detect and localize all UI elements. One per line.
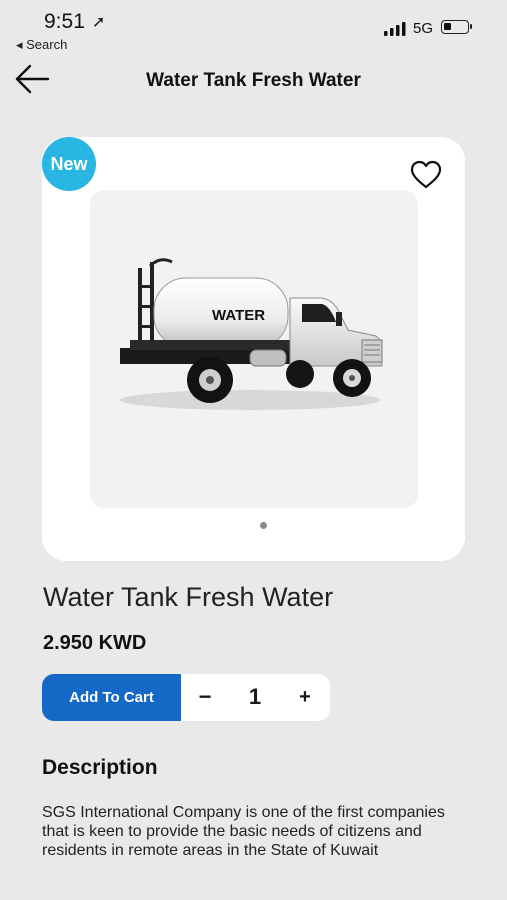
new-badge: New [42,137,96,191]
carousel-page-indicator[interactable] [260,522,267,529]
tank-label: WATER [212,307,265,324]
heart-outline-icon[interactable] [410,160,442,190]
description-heading: Description [42,756,158,779]
network-type: 5G [413,20,434,37]
cart-controls: Add To Cart − 1 + [42,674,330,721]
increase-quantity-button[interactable]: + [292,684,318,710]
water-truck-illustration: WATER [120,258,383,410]
navigation-bar: Water Tank Fresh Water [0,56,507,108]
page-title: Water Tank Fresh Water [146,70,361,91]
quantity-value: 1 [248,684,262,709]
decrease-quantity-button[interactable]: − [192,684,218,710]
location-arrow-icon: ➚ [92,14,106,31]
status-bar: 9:51 ➚ ◂ Search 5G [0,0,507,56]
back-to-search-link[interactable]: ◂ Search [16,37,67,53]
add-to-cart-button[interactable]: Add To Cart [42,674,181,721]
product-image: WATER [90,190,418,508]
signal-icon [384,22,406,36]
description-text: SGS International Company is one of the … [42,804,445,859]
status-time: 9:51 [44,10,85,33]
product-title: Water Tank Fresh Water [43,582,334,612]
product-price: 2.950 KWD [43,632,147,654]
battery-icon [441,20,472,34]
